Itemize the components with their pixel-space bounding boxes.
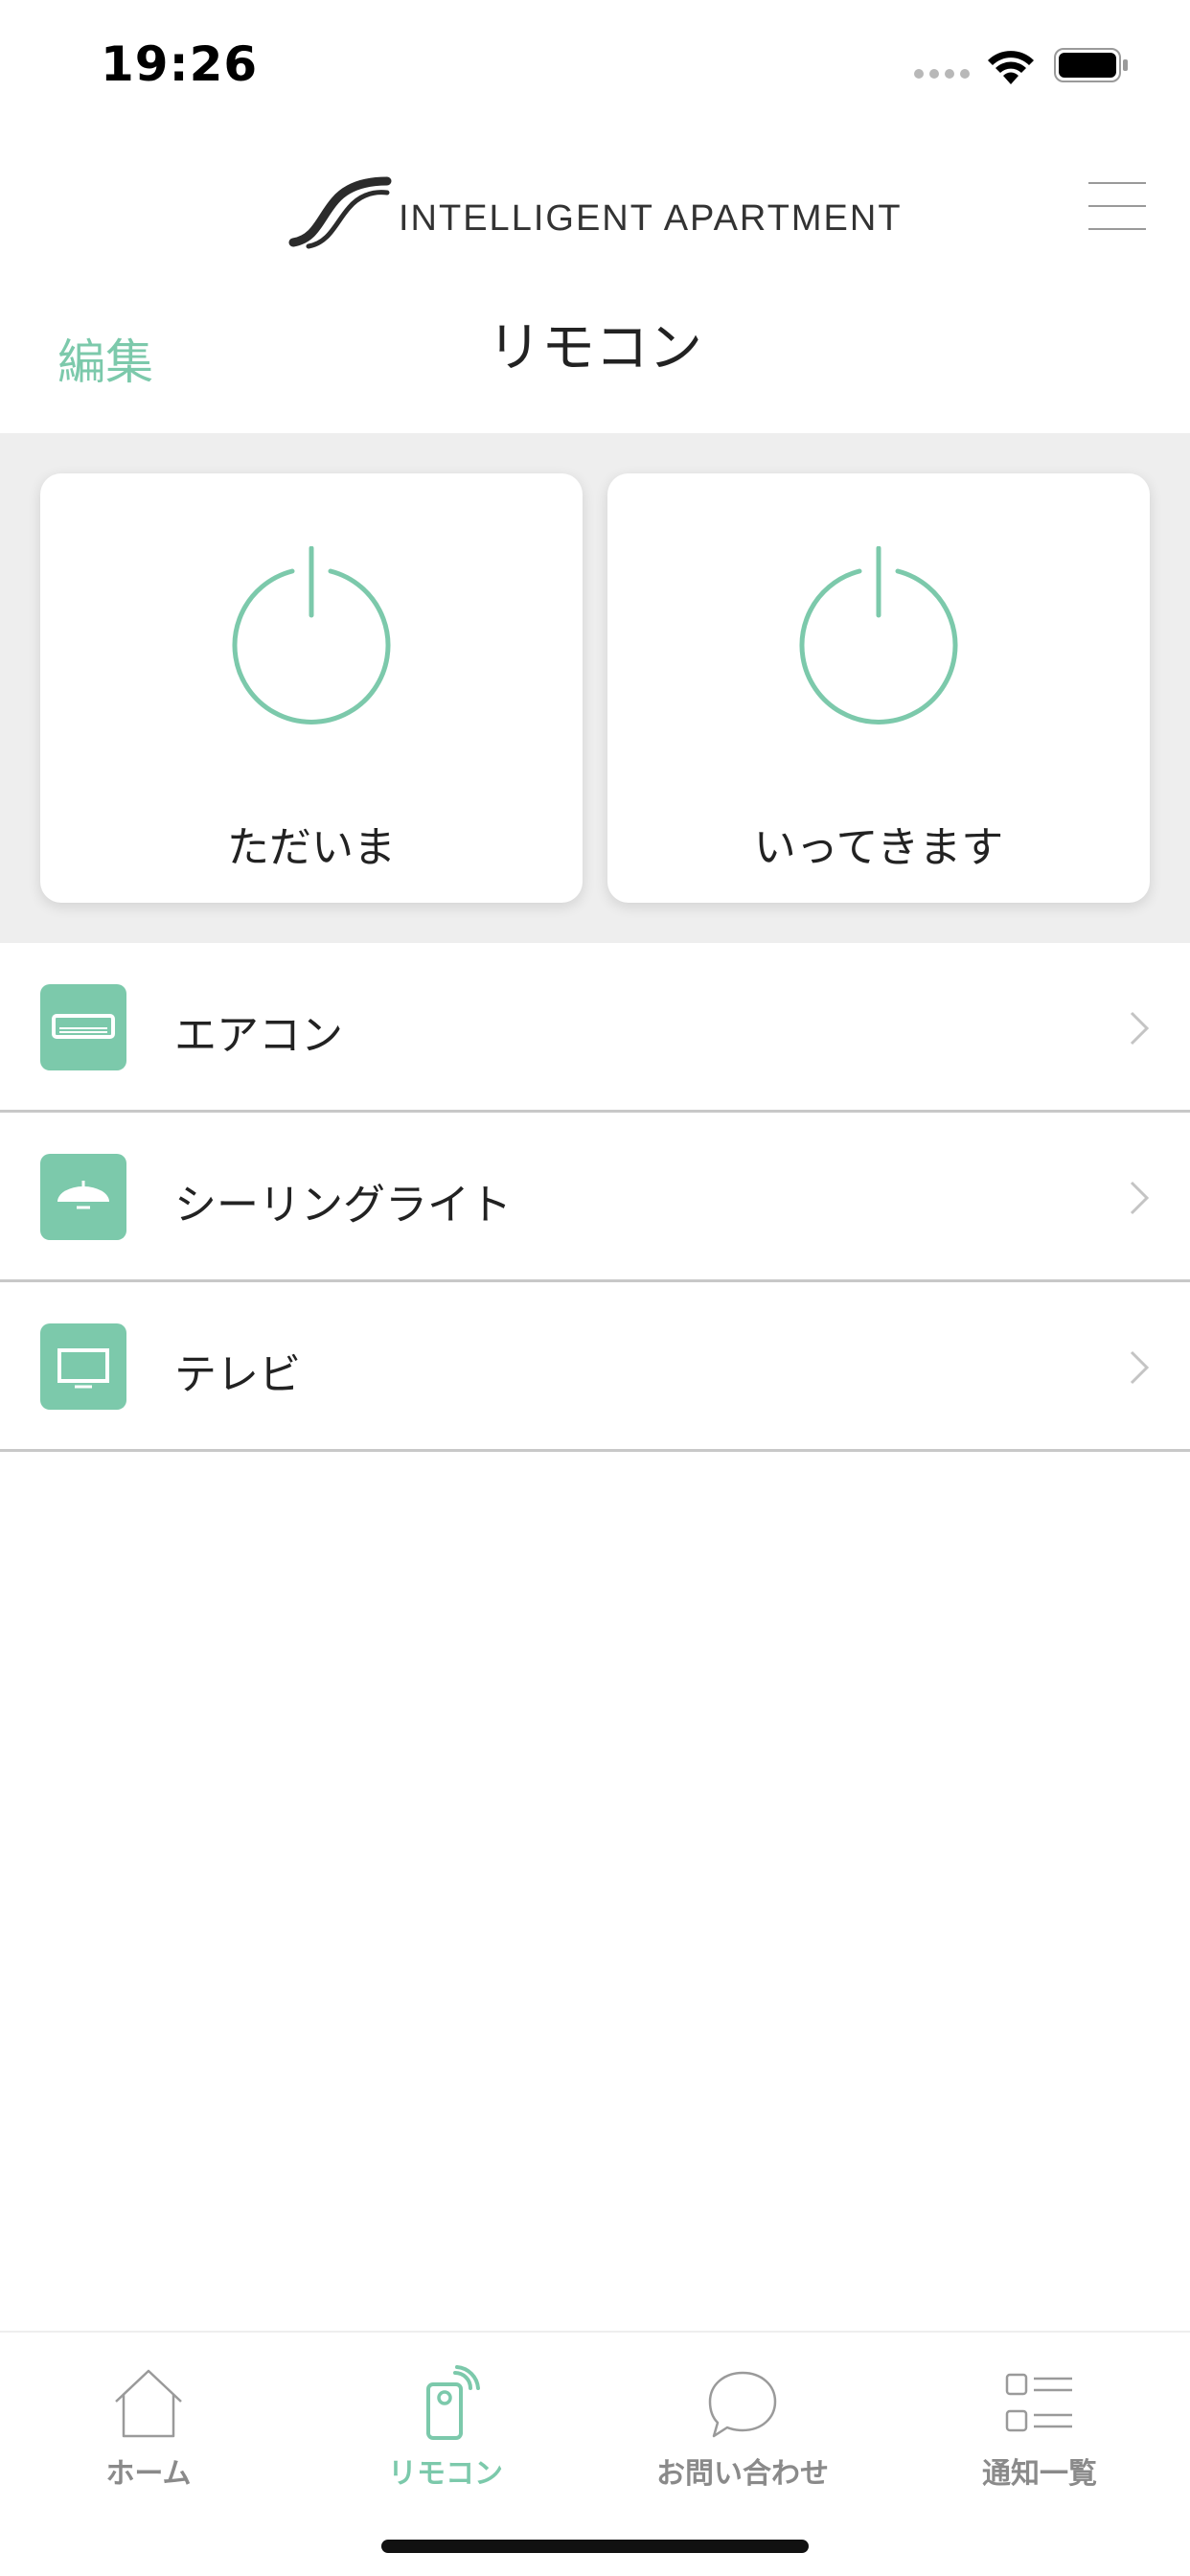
home-icon — [115, 2369, 182, 2438]
scene-label: いってきます — [753, 823, 1004, 872]
power-icon — [799, 546, 958, 724]
remote-screen: 19:26 INTELLIGENT APARTMENT リモコン 編集 ただいま… — [0, 0, 1190, 2576]
ceiling-light-icon — [57, 1181, 109, 1209]
device-row-ceiling-light[interactable]: シーリングライト — [0, 1113, 1190, 1282]
chevron-right-icon — [1130, 1181, 1150, 1215]
logo-text: INTELLIGENT APARTMENT — [399, 197, 903, 239]
home-indicator — [381, 2540, 809, 2553]
tab-home[interactable]: ホーム — [0, 2333, 297, 2524]
air-conditioner-icon — [52, 1014, 115, 1039]
device-label: テレビ — [174, 1350, 301, 1399]
chevron-right-icon — [1130, 1011, 1150, 1046]
tv-icon — [57, 1348, 109, 1389]
chat-bubble-icon — [708, 2371, 777, 2438]
tab-label: リモコン — [388, 2457, 503, 2491]
status-bar: 19:26 — [0, 0, 1190, 134]
edit-button[interactable]: 編集 — [57, 324, 153, 393]
scene-card-ittekimasu[interactable]: いってきます — [607, 473, 1150, 903]
scene-label: ただいま — [227, 823, 396, 872]
device-icon-box — [40, 1154, 126, 1240]
status-time: 19:26 — [101, 36, 259, 92]
chevron-right-icon — [1130, 1350, 1150, 1385]
tab-remote[interactable]: リモコン — [297, 2333, 594, 2524]
device-label: シーリングライト — [174, 1181, 512, 1230]
app-header: INTELLIGENT APARTMENT — [0, 134, 1190, 288]
remote-icon — [426, 2365, 480, 2440]
hamburger-menu-icon[interactable] — [1088, 180, 1146, 234]
device-list: エアコン シーリングライト テレビ — [0, 943, 1190, 1452]
battery-icon — [1054, 48, 1128, 82]
device-row-air-conditioner[interactable]: エアコン — [0, 943, 1190, 1113]
tab-label: お問い合わせ — [656, 2457, 829, 2491]
tab-label: 通知一覧 — [982, 2457, 1097, 2491]
tab-contact[interactable]: お問い合わせ — [594, 2333, 891, 2524]
scene-area: ただいま いってきます — [0, 433, 1190, 943]
logo-wave-icon — [288, 176, 392, 249]
wifi-icon — [988, 51, 1034, 84]
tab-label: ホーム — [105, 2457, 192, 2491]
page-title: リモコン — [488, 317, 702, 380]
tab-notifications[interactable]: 通知一覧 — [891, 2333, 1188, 2524]
scene-card-tadaima[interactable]: ただいま — [40, 473, 583, 903]
notification-list-icon — [1005, 2373, 1072, 2432]
cellular-signal-icon — [914, 69, 970, 80]
device-icon-box — [40, 1323, 126, 1410]
device-icon-box — [40, 984, 126, 1070]
power-icon — [232, 546, 391, 724]
device-row-tv[interactable]: テレビ — [0, 1282, 1190, 1452]
app-logo: INTELLIGENT APARTMENT — [287, 171, 903, 257]
device-label: エアコン — [174, 1011, 343, 1060]
